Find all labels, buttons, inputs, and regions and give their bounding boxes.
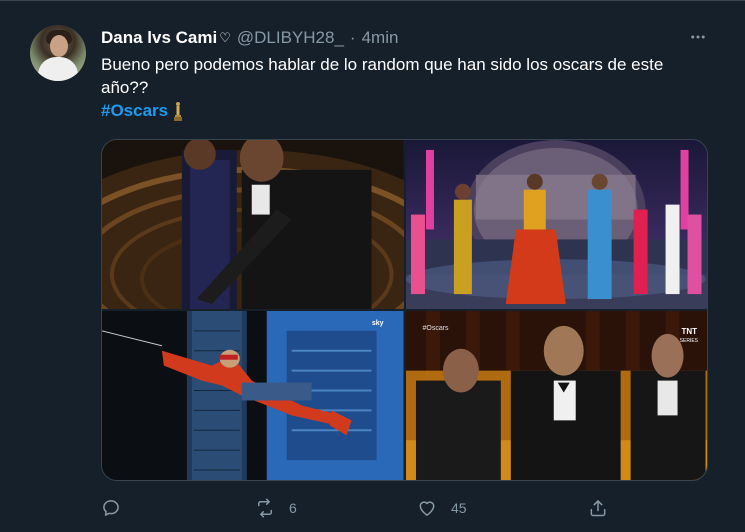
tweet-header: Dana lvs Cami ♡ @DLIBYH28_ · 4min [101,27,398,49]
media-photo-dance-performance[interactable] [405,140,707,309]
retweet-icon [258,498,272,518]
tweet-text: Bueno pero podemos hablar de lo random q… [101,53,701,122]
godfather-image [405,311,707,480]
oscar-statue-icon [174,101,183,121]
media-photo-spiderman-stunt[interactable]: sky [102,311,404,480]
tweet-text-line-2: año?? [101,78,149,97]
reply-button[interactable] [101,493,135,523]
spiderman-image [102,311,404,480]
channel-logo-text: sky [371,320,384,327]
tweet-timestamp[interactable]: 4min [362,28,399,48]
author-handle[interactable]: @DLIBYH28_ [237,28,344,48]
retweet-count: 6 [289,500,297,516]
heart-icon [419,501,435,516]
tnt-series-label: SERIES [679,338,698,344]
oscars-watermark: #Oscars [422,325,449,332]
media-photo-godfather-cast[interactable]: #Oscars TNT SERIES [405,311,707,480]
media-photo-slap[interactable] [102,140,404,309]
reply-icon [103,500,119,516]
avatar-shirt [38,57,78,81]
tweet-actions: 6 45 [101,493,621,523]
tnt-logo: TNT [681,327,697,336]
more-options-button[interactable] [688,27,708,47]
like-button[interactable]: 45 [417,493,467,523]
hashtag-line: #Oscars [101,99,701,122]
tweet[interactable]: Dana lvs Cami ♡ @DLIBYH28_ · 4min Bueno … [0,0,745,532]
separator-dot: · [349,28,356,47]
avatar-face [50,35,68,57]
share-icon [590,500,606,517]
dance-image [405,140,707,309]
tweet-text-line-1: Bueno pero podemos hablar de lo random q… [101,55,664,74]
media-grid: sky #Oscars TNT SERIES [101,139,708,481]
retweet-button[interactable]: 6 [255,493,297,523]
share-button[interactable] [588,493,608,523]
like-count: 45 [451,500,467,516]
slap-image [102,140,404,309]
avatar[interactable] [30,25,86,81]
name-heart-symbol: ♡ [219,30,231,45]
author-display-name[interactable]: Dana lvs Cami [101,28,217,48]
more-dots-icon [691,35,705,39]
hashtag-link[interactable]: #Oscars [101,99,168,122]
